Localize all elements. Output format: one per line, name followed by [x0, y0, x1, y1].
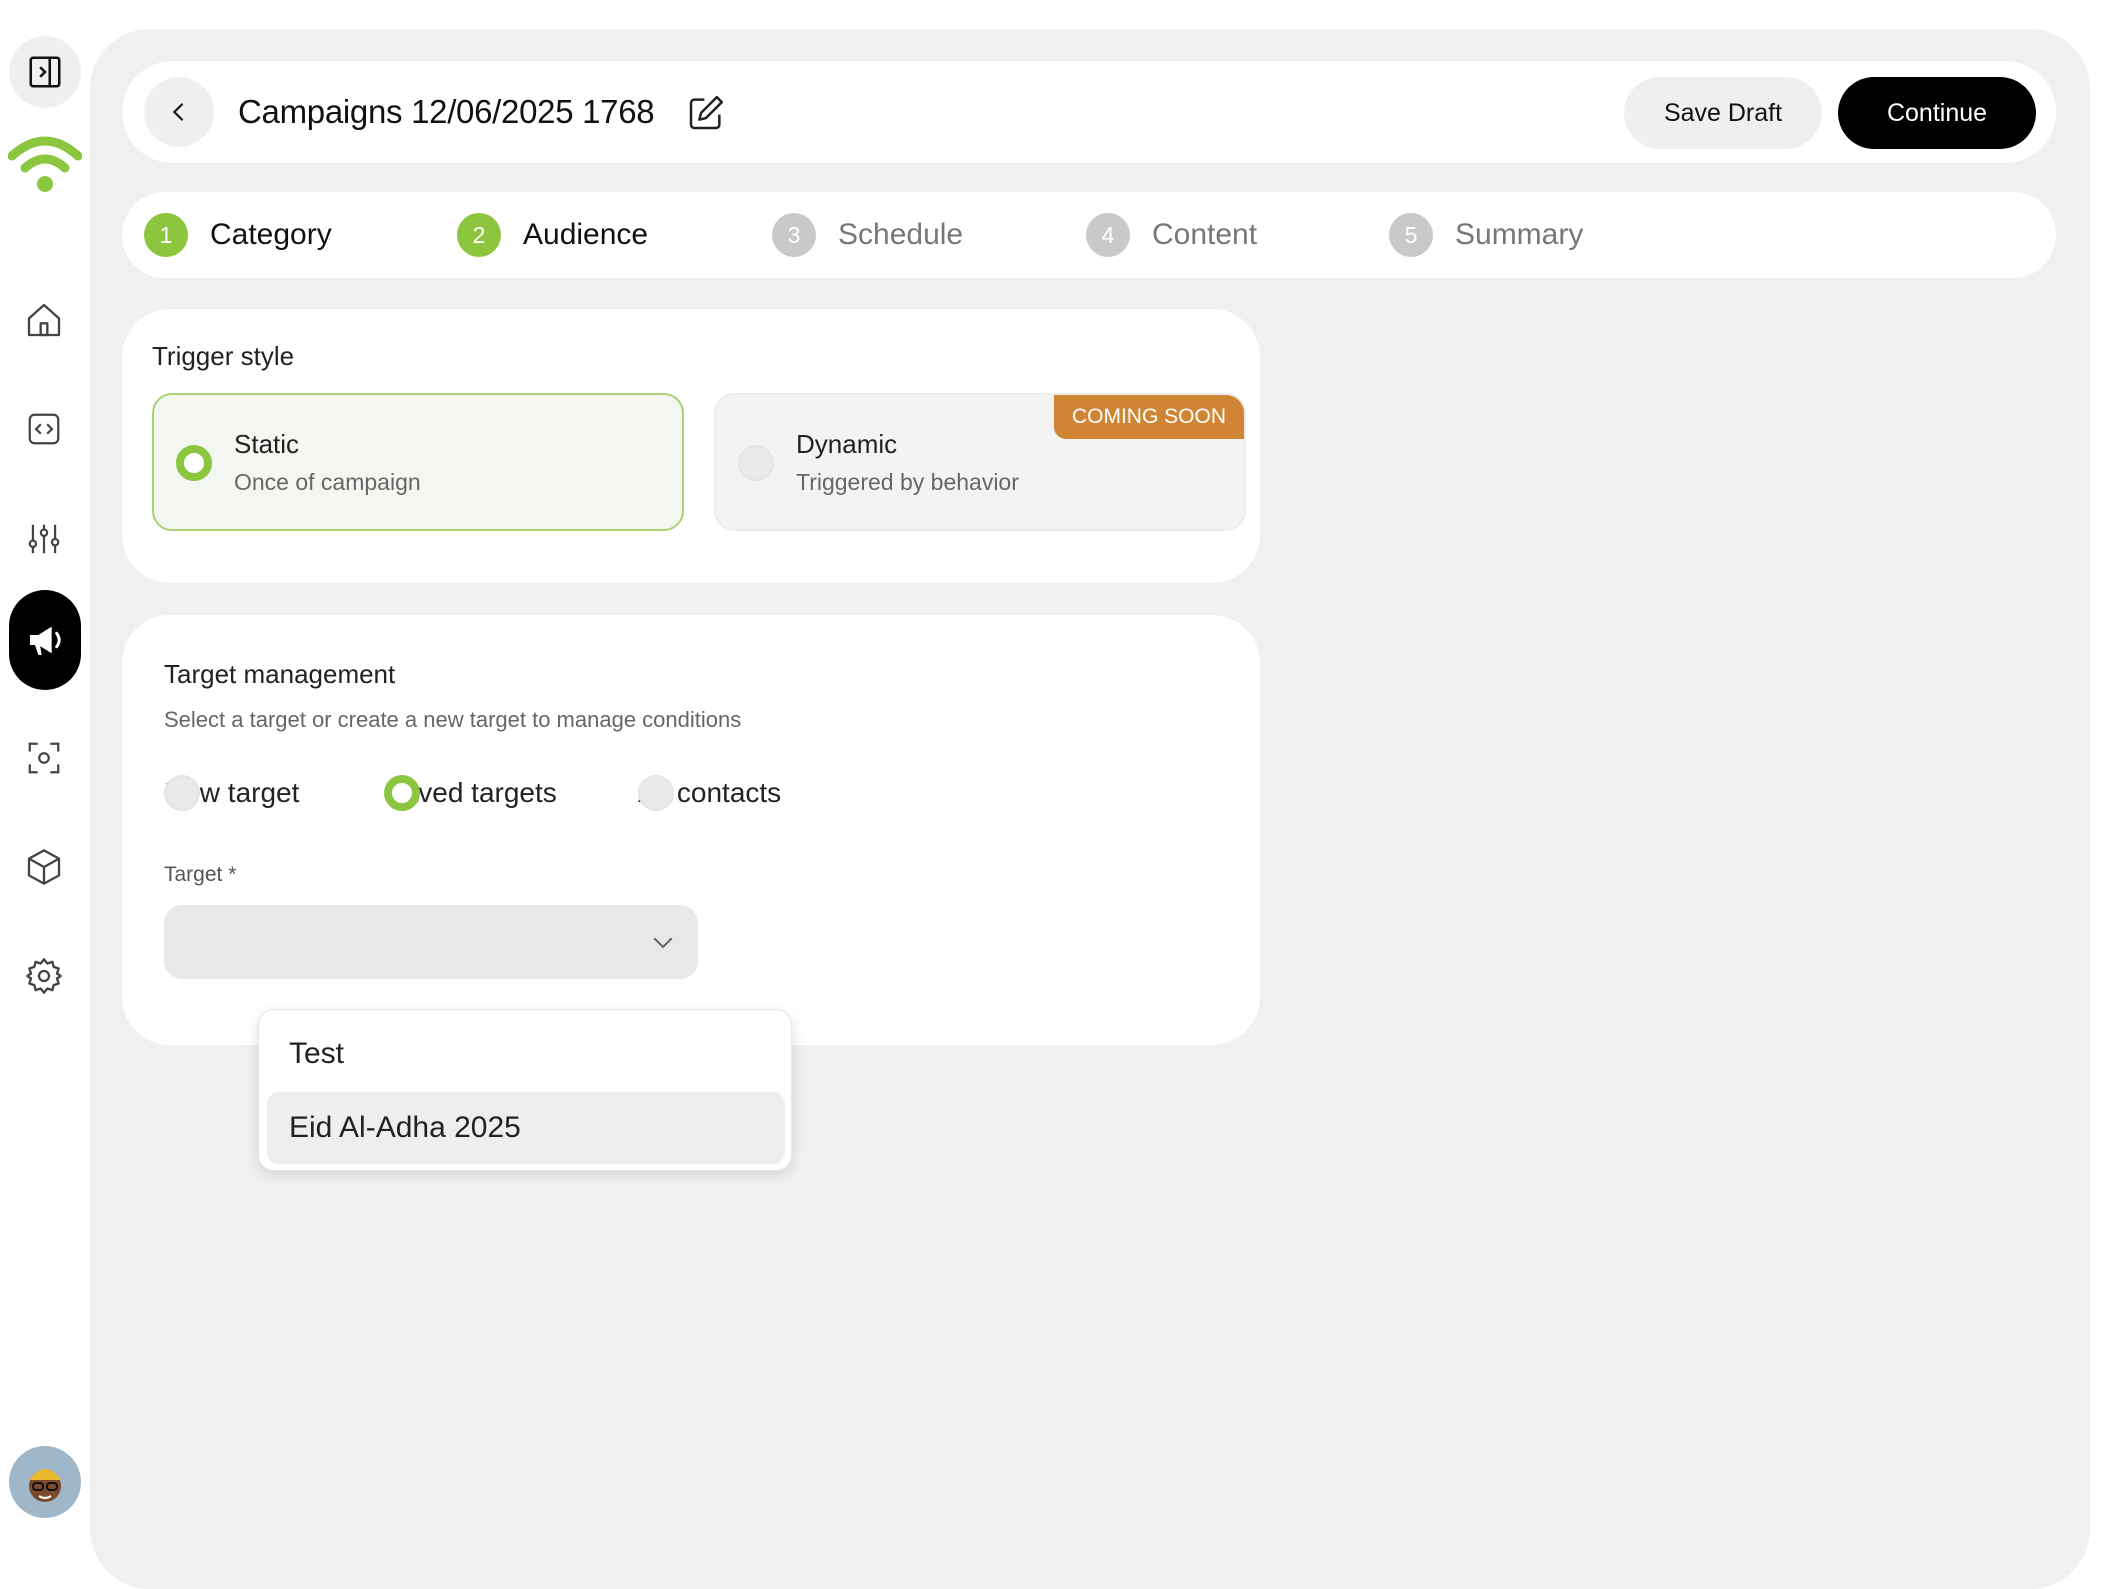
step-number: 2: [457, 213, 501, 257]
step-number: 1: [144, 213, 188, 257]
page-title: Campaigns 12/06/2025 1768: [238, 93, 655, 130]
trigger-style-title: Trigger style: [152, 341, 295, 371]
sidebar-item-code[interactable]: [22, 407, 66, 451]
trigger-option-dynamic[interactable]: Dynamic Triggered by behavior COMING SOO…: [714, 393, 1246, 531]
panel-right-icon: [29, 56, 61, 88]
home-icon: [27, 303, 61, 337]
step-audience[interactable]: 2 Audience: [457, 192, 648, 278]
edit-title-button[interactable]: [686, 93, 726, 133]
sidebar-item-sliders[interactable]: [22, 517, 66, 561]
sidebar-item-settings[interactable]: [22, 954, 66, 998]
step-content[interactable]: 4 Content: [1086, 192, 1257, 278]
radio-unselected[interactable]: [638, 775, 674, 811]
box-icon: [27, 849, 61, 885]
chevron-down-icon: [653, 937, 673, 949]
target-radio-new[interactable]: New target: [164, 773, 299, 813]
target-management-subtitle: Select a target or create a new target t…: [164, 707, 742, 732]
sidebar: [0, 0, 88, 1556]
radio-selected[interactable]: [176, 445, 212, 481]
avatar-icon: [29, 1469, 61, 1502]
save-draft-button[interactable]: Save Draft: [1624, 77, 1822, 149]
step-number: 4: [1086, 213, 1130, 257]
option-title: Dynamic: [796, 429, 898, 459]
sidebar-item-scan[interactable]: [22, 736, 66, 780]
target-management-card: Target management Select a target or cre…: [122, 615, 1260, 1045]
step-label: Content: [1152, 218, 1258, 251]
wifi-logo-icon: [7, 136, 83, 192]
main-panel: Campaigns 12/06/2025 1768 Save Draft Con…: [90, 29, 2090, 1589]
target-management-title: Target management: [164, 659, 396, 689]
brand-logo[interactable]: [7, 132, 83, 198]
target-radio-saved[interactable]: Saved targets: [384, 773, 557, 813]
sidebar-item-campaigns[interactable]: [9, 590, 81, 690]
pencil-edit-icon: [689, 95, 724, 130]
step-schedule[interactable]: 3 Schedule: [772, 192, 963, 278]
step-progress-bar: 1 Category 2 Audience 3 Schedule 4 Conte…: [122, 192, 2056, 278]
step-label: Schedule: [838, 218, 964, 251]
target-dropdown-menu: Test Eid Al-Adha 2025: [258, 1009, 792, 1171]
gear-icon: [26, 958, 62, 994]
continue-button[interactable]: Continue: [1838, 77, 2036, 149]
target-field-label: Target *: [164, 863, 237, 886]
step-label: Audience: [523, 218, 649, 251]
target-radio-all-contacts[interactable]: All contacts: [638, 773, 781, 813]
step-summary[interactable]: 5 Summary: [1389, 192, 1583, 278]
chevron-left-icon: [172, 103, 184, 121]
trigger-style-card: Trigger style Static Once of campaign Dy…: [122, 309, 1260, 583]
megaphone-icon: [30, 626, 61, 655]
option-title: Static: [234, 429, 300, 459]
option-subtitle: Triggered by behavior: [796, 469, 1019, 495]
option-subtitle: Once of campaign: [234, 469, 421, 495]
coming-soon-badge: COMING SOON: [1054, 395, 1244, 439]
step-number: 5: [1389, 213, 1433, 257]
sidebar-toggle-button[interactable]: [9, 36, 81, 108]
target-select[interactable]: [164, 905, 698, 979]
step-number: 3: [772, 213, 816, 257]
code-icon: [28, 413, 60, 445]
back-button[interactable]: [144, 77, 214, 147]
radio-selected[interactable]: [384, 775, 420, 811]
sliders-icon: [28, 524, 60, 554]
step-label: Category: [210, 218, 332, 251]
step-category[interactable]: 1 Category: [144, 192, 332, 278]
user-avatar[interactable]: [9, 1446, 81, 1518]
sidebar-item-products[interactable]: [22, 845, 66, 889]
campaign-header: Campaigns 12/06/2025 1768 Save Draft Con…: [122, 61, 2056, 163]
trigger-option-static[interactable]: Static Once of campaign: [152, 393, 684, 531]
step-label: Summary: [1455, 218, 1584, 251]
scan-icon: [28, 742, 60, 774]
radio-unselected[interactable]: [738, 445, 774, 481]
dropdown-option[interactable]: Eid Al-Adha 2025: [267, 1092, 785, 1164]
dropdown-option[interactable]: Test: [267, 1018, 785, 1090]
radio-unselected[interactable]: [164, 775, 200, 811]
sidebar-item-home[interactable]: [22, 298, 66, 342]
